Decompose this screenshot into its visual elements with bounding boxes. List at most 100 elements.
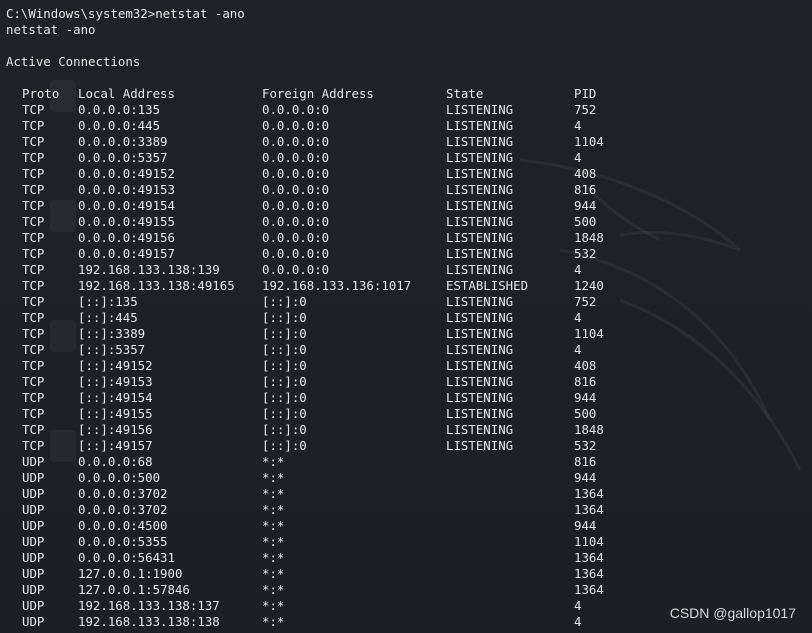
local-address-cell: [::]:49156 [78, 422, 153, 437]
proto-cell: TCP [22, 246, 45, 261]
foreign-address-cell: [::]:0 [262, 358, 307, 373]
local-address-cell: [::]:445 [78, 310, 138, 325]
state-cell: LISTENING [446, 310, 514, 325]
local-address-cell: 192.168.133.138:139 [78, 262, 220, 277]
state-cell: LISTENING [446, 262, 514, 277]
pid-cell: 944 [574, 518, 597, 533]
foreign-address-cell: *:* [262, 486, 285, 501]
proto-cell: UDP [22, 598, 45, 613]
pid-cell: 1364 [574, 582, 604, 597]
pid-cell: 500 [574, 214, 597, 229]
table-row: UDP 192.168.133.138:138 *:* 4 [6, 614, 706, 630]
pid-cell: 1240 [574, 278, 604, 293]
local-address-cell: 192.168.133.138:138 [78, 614, 220, 629]
table-row: TCP 0.0.0.0:49154 0.0.0.0:0 LISTENING 944 [6, 198, 706, 214]
pid-cell: 4 [574, 598, 582, 613]
foreign-address-cell: 0.0.0.0:0 [262, 182, 330, 197]
pid-cell: 4 [574, 310, 582, 325]
local-address-cell: [::]:49154 [78, 390, 153, 405]
proto-cell: UDP [22, 534, 45, 549]
proto-cell: TCP [22, 166, 45, 181]
local-address-cell: 0.0.0.0:68 [78, 454, 153, 469]
command-echo: netstat -ano [6, 22, 96, 37]
proto-cell: TCP [22, 358, 45, 373]
pid-cell: 532 [574, 246, 597, 261]
local-address-cell: 0.0.0.0:56431 [78, 550, 175, 565]
table-row: TCP 0.0.0.0:135 0.0.0.0:0 LISTENING 752 [6, 102, 706, 118]
state-cell: LISTENING [446, 406, 514, 421]
proto-cell: UDP [22, 454, 45, 469]
proto-cell: UDP [22, 470, 45, 485]
table-row: TCP 0.0.0.0:49155 0.0.0.0:0 LISTENING 500 [6, 214, 706, 230]
state-cell: LISTENING [446, 358, 514, 373]
table-row: TCP [::]:49156 [::]:0 LISTENING 1848 [6, 422, 706, 438]
pid-cell: 1848 [574, 230, 604, 245]
foreign-address-cell: 0.0.0.0:0 [262, 230, 330, 245]
foreign-address-cell: 192.168.133.136:1017 [262, 278, 412, 293]
proto-cell: UDP [22, 486, 45, 501]
state-cell: LISTENING [446, 198, 514, 213]
table-row: TCP 0.0.0.0:49156 0.0.0.0:0 LISTENING 1848 [6, 230, 706, 246]
pid-cell: 1364 [574, 502, 604, 517]
foreign-address-cell: *:* [262, 518, 285, 533]
proto-cell: UDP [22, 582, 45, 597]
pid-cell: 816 [574, 454, 597, 469]
foreign-address-cell: [::]:0 [262, 326, 307, 341]
foreign-address-cell: [::]:0 [262, 422, 307, 437]
proto-cell: TCP [22, 342, 45, 357]
pid-cell: 816 [574, 374, 597, 389]
state-cell: LISTENING [446, 102, 514, 117]
local-address-cell: 0.0.0.0:49155 [78, 214, 175, 229]
foreign-address-cell: *:* [262, 502, 285, 517]
terminal-window[interactable]: C:\Windows\system32>netstat -ano netstat… [0, 0, 812, 633]
table-row: UDP 0.0.0.0:3702 *:* 1364 [6, 502, 706, 518]
foreign-address-cell: 0.0.0.0:0 [262, 102, 330, 117]
pid-cell: 1364 [574, 486, 604, 501]
state-cell: LISTENING [446, 150, 514, 165]
foreign-address-cell: 0.0.0.0:0 [262, 246, 330, 261]
state-cell: LISTENING [446, 182, 514, 197]
table-row: TCP 192.168.133.138:49165 192.168.133.136:… [6, 278, 706, 294]
local-address-cell: [::]:5357 [78, 342, 146, 357]
proto-cell: TCP [22, 150, 45, 165]
pid-cell: 944 [574, 390, 597, 405]
proto-cell: TCP [22, 310, 45, 325]
state-cell: LISTENING [446, 438, 514, 453]
proto-cell: TCP [22, 390, 45, 405]
foreign-address-cell: *:* [262, 614, 285, 629]
table-row: TCP [::]:445 [::]:0 LISTENING 4 [6, 310, 706, 326]
pid-cell: 816 [574, 182, 597, 197]
header-foreign-address: Foreign Address [262, 86, 374, 101]
local-address-cell: 0.0.0.0:3389 [78, 134, 168, 149]
table-row: TCP 0.0.0.0:49153 0.0.0.0:0 LISTENING 816 [6, 182, 706, 198]
foreign-address-cell: 0.0.0.0:0 [262, 198, 330, 213]
header-proto: Proto [22, 86, 60, 101]
proto-cell: TCP [22, 422, 45, 437]
header-pid: PID [574, 86, 597, 101]
foreign-address-cell: [::]:0 [262, 374, 307, 389]
foreign-address-cell: *:* [262, 534, 285, 549]
pid-cell: 1364 [574, 566, 604, 581]
pid-cell: 4 [574, 342, 582, 357]
local-address-cell: 0.0.0.0:49157 [78, 246, 175, 261]
foreign-address-cell: *:* [262, 550, 285, 565]
local-address-cell: 192.168.133.138:137 [78, 598, 220, 613]
foreign-address-cell: [::]:0 [262, 438, 307, 453]
proto-cell: TCP [22, 118, 45, 133]
table-row: TCP [::]:135 [::]:0 LISTENING 752 [6, 294, 706, 310]
pid-cell: 4 [574, 262, 582, 277]
local-address-cell: [::]:49155 [78, 406, 153, 421]
watermark: CSDN @gallop1017 [669, 605, 796, 621]
state-cell: LISTENING [446, 390, 514, 405]
proto-cell: TCP [22, 102, 45, 117]
foreign-address-cell: [::]:0 [262, 406, 307, 421]
table-row: TCP [::]:49153 [::]:0 LISTENING 816 [6, 374, 706, 390]
foreign-address-cell: *:* [262, 598, 285, 613]
pid-cell: 752 [574, 102, 597, 117]
proto-cell: TCP [22, 182, 45, 197]
proto-cell: TCP [22, 230, 45, 245]
header-state: State [446, 86, 484, 101]
foreign-address-cell: 0.0.0.0:0 [262, 150, 330, 165]
foreign-address-cell: [::]:0 [262, 390, 307, 405]
local-address-cell: 0.0.0.0:49152 [78, 166, 175, 181]
